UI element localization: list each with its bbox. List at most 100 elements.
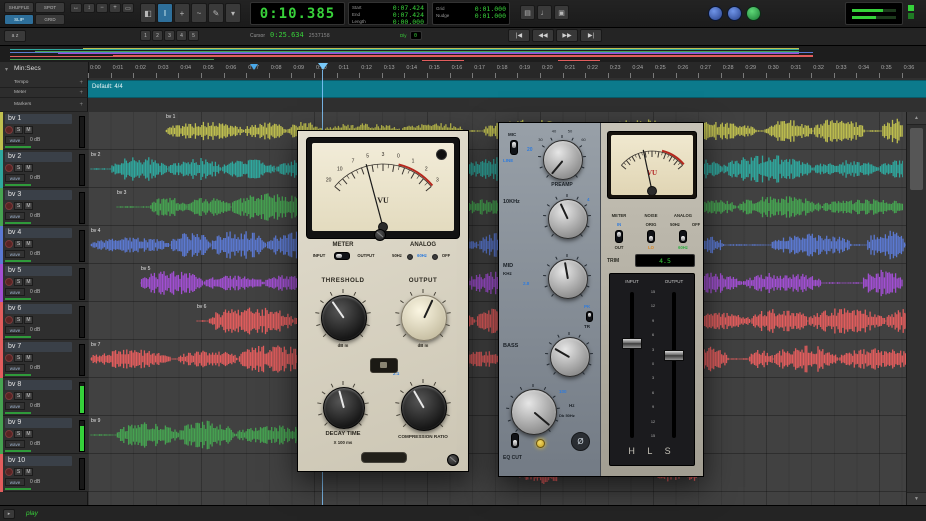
- track-header-bv1[interactable]: bv 1SMwave0 dB: [0, 112, 88, 150]
- threshold-knob[interactable]: [321, 295, 367, 341]
- universe-overview[interactable]: [0, 46, 926, 63]
- zoom-preset-4[interactable]: 4: [176, 30, 187, 41]
- solo-button[interactable]: S: [14, 316, 23, 324]
- grabber-tool[interactable]: +: [174, 3, 190, 23]
- zoom-vertical-icon[interactable]: ↕: [83, 3, 95, 13]
- metronome-icon[interactable]: ♩: [537, 5, 552, 20]
- volume-fader[interactable]: [5, 336, 31, 338]
- vertical-scrollbar[interactable]: ▲ ▼: [906, 112, 926, 505]
- scrubber-tool[interactable]: ~: [191, 3, 207, 23]
- volume-fader[interactable]: [5, 298, 31, 300]
- solo-button[interactable]: S: [14, 278, 23, 286]
- track-header-bv8[interactable]: bv 8SMwave0 dB: [0, 378, 88, 416]
- zoom-toggle-icon[interactable]: ▭: [122, 3, 134, 13]
- mute-button[interactable]: M: [24, 126, 33, 134]
- track-name[interactable]: bv 6: [5, 304, 72, 314]
- playlist-view-selector[interactable]: wave: [5, 440, 25, 448]
- arrange-area[interactable]: bv 1bv 2bv 3bv 4bv 5bv 6bv 7bv 9bv 10bv …: [88, 112, 906, 505]
- markers-lane-header[interactable]: Markers +: [0, 98, 88, 112]
- scrollbar-thumb[interactable]: [910, 128, 923, 190]
- toolbar-round-button-2[interactable]: [727, 6, 742, 21]
- playlist-view-selector[interactable]: wave: [5, 250, 25, 258]
- edit-mode-shuffle[interactable]: SHUFFLE: [4, 2, 34, 13]
- playlist-view-selector[interactable]: wave: [5, 326, 25, 334]
- rewind-button[interactable]: ◀◀: [532, 29, 554, 42]
- record-enable-button[interactable]: [5, 316, 13, 324]
- add-marker-button[interactable]: +: [79, 102, 83, 108]
- compression-ratio-knob[interactable]: [401, 385, 447, 431]
- record-enable-button[interactable]: [5, 278, 13, 286]
- record-enable-button[interactable]: [5, 164, 13, 172]
- pre-roll-icon[interactable]: ▣: [554, 5, 569, 20]
- selector-tool[interactable]: I: [157, 3, 173, 23]
- hls-noise-switch[interactable]: [647, 230, 655, 243]
- track-name[interactable]: bv 1: [5, 114, 72, 124]
- meter-lane-header[interactable]: Meter +: [0, 88, 88, 98]
- track-name[interactable]: bv 5: [5, 266, 72, 276]
- toolbar-round-button-1[interactable]: [708, 6, 723, 21]
- record-enable-button[interactable]: [5, 240, 13, 248]
- edit-mode-spot[interactable]: SPOT: [35, 2, 65, 13]
- keyboard-focus-button[interactable]: a z: [4, 30, 26, 42]
- meter-source-switch[interactable]: [334, 252, 350, 260]
- track-header-bv7[interactable]: bv 7SMwave0 dB: [0, 340, 88, 378]
- mute-button[interactable]: M: [24, 354, 33, 362]
- playlist-view-selector[interactable]: wave: [5, 136, 25, 144]
- bass-knob[interactable]: [550, 337, 590, 377]
- zoom-preset-1[interactable]: 1: [140, 30, 151, 41]
- timeline-ruler[interactable]: 0:000:010:020:030:040:050:060:070:080:09…: [88, 62, 926, 78]
- playlist-view-selector[interactable]: wave: [5, 288, 25, 296]
- mic-line-switch[interactable]: [510, 140, 518, 155]
- track-header-bv2[interactable]: bv 2SMwave0 dB: [0, 150, 88, 188]
- selection-start-marker[interactable]: [250, 64, 258, 70]
- mute-button[interactable]: M: [24, 430, 33, 438]
- track-name[interactable]: bv 4: [5, 228, 72, 238]
- record-enable-button[interactable]: [5, 392, 13, 400]
- volume-fader[interactable]: [5, 222, 31, 224]
- add-meter-button[interactable]: +: [79, 90, 83, 96]
- playlist-view-selector[interactable]: wave: [5, 174, 25, 182]
- pk-tr-switch[interactable]: [586, 311, 593, 322]
- track-name[interactable]: bv 2: [5, 152, 72, 162]
- zoom-preset-3[interactable]: 3: [164, 30, 175, 41]
- mute-button[interactable]: M: [24, 278, 33, 286]
- scroll-up-arrow[interactable]: ▲: [907, 112, 926, 125]
- track-name[interactable]: bv 9: [5, 418, 72, 428]
- track-name[interactable]: bv 8: [5, 380, 72, 390]
- fast-forward-button[interactable]: ▶▶: [556, 29, 578, 42]
- preamp-knob[interactable]: [543, 140, 583, 180]
- track-name[interactable]: bv 3: [5, 190, 72, 200]
- record-enable-button[interactable]: [5, 354, 13, 362]
- track-header-bv6[interactable]: bv 6SMwave0 dB: [0, 302, 88, 340]
- track-header-bv5[interactable]: bv 5SMwave0 dB: [0, 264, 88, 302]
- zoom-in-icon[interactable]: +: [109, 3, 121, 13]
- playlist-view-selector[interactable]: wave: [5, 478, 25, 486]
- edit-mode-grid[interactable]: GRID: [35, 14, 65, 25]
- record-enable-button[interactable]: [5, 126, 13, 134]
- solo-button[interactable]: S: [14, 392, 23, 400]
- solo-button[interactable]: S: [14, 202, 23, 210]
- mute-button[interactable]: M: [24, 202, 33, 210]
- toolbar-round-button-3[interactable]: [746, 6, 761, 21]
- solo-button[interactable]: S: [14, 126, 23, 134]
- track-header-bv3[interactable]: bv 3SMwave0 dB: [0, 188, 88, 226]
- mute-button[interactable]: M: [24, 468, 33, 476]
- go-to-end-button[interactable]: ▶|: [580, 29, 602, 42]
- volume-fader[interactable]: [5, 184, 31, 186]
- volume-fader[interactable]: [5, 412, 31, 414]
- eq-cut-switch[interactable]: [511, 433, 519, 448]
- zoom-preset-2[interactable]: 2: [152, 30, 163, 41]
- record-enable-button[interactable]: [5, 202, 13, 210]
- playhead-marker[interactable]: [318, 63, 328, 70]
- mid-knob[interactable]: [548, 259, 588, 299]
- add-tempo-button[interactable]: +: [79, 80, 83, 86]
- pencil-tool[interactable]: ✎: [208, 3, 224, 23]
- timeline-selection-band[interactable]: Default: 4/4: [88, 80, 926, 98]
- mute-button[interactable]: M: [24, 164, 33, 172]
- mute-button[interactable]: M: [24, 392, 33, 400]
- trim-display[interactable]: 4.5: [635, 254, 695, 267]
- audio-clip[interactable]: bv 2: [90, 152, 903, 186]
- mirrored-editing-icon[interactable]: ▤: [520, 5, 535, 20]
- trim-tool[interactable]: ◧: [140, 3, 156, 23]
- track-name[interactable]: bv 7: [5, 342, 72, 352]
